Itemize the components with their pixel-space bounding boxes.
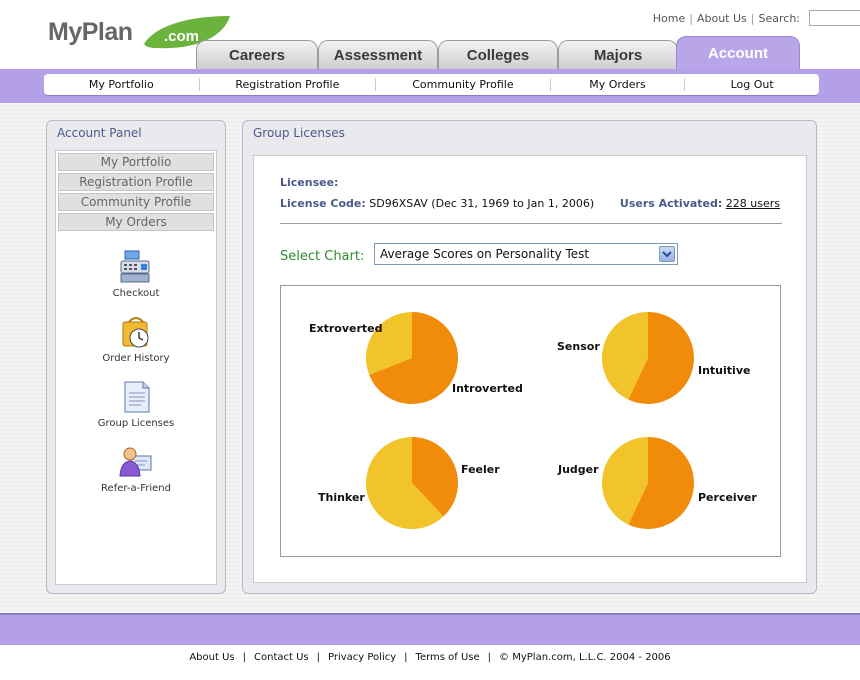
footer-about-us[interactable]: About Us [189,652,234,663]
chart-select-value: Average Scores on Personality Test [380,247,590,261]
order-history-link[interactable]: Order History [56,314,216,364]
tab-colleges[interactable]: Colleges [438,40,558,70]
footer-privacy-policy[interactable]: Privacy Policy [328,652,396,663]
group-licenses-title: Group Licenses [253,126,345,140]
select-chart-label: Select Chart: [280,249,365,264]
group-licenses-label: Group Licenses [97,418,175,429]
chevron-down-icon [662,251,672,258]
menu-registration-profile[interactable]: Registration Profile [58,173,214,191]
footer-copyright: © MyPlan.com, L.L.C. 2004 - 2006 [499,652,671,663]
sub-navigation: My Portfolio Registration Profile Commun… [44,74,819,95]
content-area: Account Panel My Portfolio Registration … [0,103,860,613]
menu-my-portfolio[interactable]: My Portfolio [58,153,214,171]
home-link[interactable]: Home [653,12,685,25]
tab-careers[interactable]: Careers [196,40,318,70]
pie-label-thinker: Thinker [318,491,365,504]
tab-majors[interactable]: Majors [558,40,678,70]
checkout-link[interactable]: Checkout [56,249,216,299]
myplan-logo[interactable]: MyPlan .com [48,16,230,58]
chart-area: Extroverted Introverted Sensor Intuitive Fee… [280,285,781,557]
cash-register-icon [120,250,150,283]
menu-my-orders[interactable]: My Orders [58,213,214,231]
about-us-link[interactable]: About Us [697,12,747,25]
logo-text: MyPlan [48,18,133,46]
pie-label-introverted: Introverted [452,382,523,395]
tab-account[interactable]: Account [676,36,800,70]
subnav-community-profile[interactable]: Community Profile [376,78,551,91]
pie-label-judger: Judger [557,463,599,476]
subnav-log-out[interactable]: Log Out [685,78,819,91]
account-panel-title: Account Panel [57,126,142,140]
footer-links: About Us | Contact Us | Privacy Policy | Terms… [189,652,671,663]
logo-suffix: .com [164,28,199,45]
tab-assessment[interactable]: Assessment [318,40,438,70]
pie-label-perceiver: Perceiver [698,491,757,504]
account-panel-body: My Portfolio Registration Profile Commun… [55,150,217,585]
users-activated-link[interactable]: 228 users [726,197,780,210]
users-activated-label: Users Activated: [619,197,723,210]
menu-community-profile[interactable]: Community Profile [58,193,214,211]
subnav-my-orders[interactable]: My Orders [551,78,686,91]
chart-select[interactable]: Average Scores on Personality Test [374,243,678,265]
licensee-label: Licensee: [280,176,339,189]
top-links: Home | About Us | Search: [652,12,801,25]
search-label: Search: [758,12,801,25]
license-code-value: SD96XSAV (Dec 31, 1969 to Jan 1, 2006) [369,197,595,210]
dropdown-button[interactable] [659,246,675,262]
group-licenses-panel: Group Licenses Licensee: License Code: S… [242,120,817,594]
license-code-label: License Code: [280,197,366,210]
group-licenses-body: Licensee: License Code: SD96XSAV (Dec 31… [253,155,807,583]
search-input[interactable] [809,10,860,26]
checkout-label: Checkout [112,288,160,299]
order-history-label: Order History [102,353,170,364]
person-card-icon [119,447,152,477]
account-panel: Account Panel My Portfolio Registration … [46,120,226,594]
pie-label-feeler: Feeler [461,463,500,476]
refer-a-friend-label: Refer-a-Friend [101,483,171,494]
refer-a-friend-link[interactable]: Refer-a-Friend [56,444,216,494]
subnav-my-portfolio[interactable]: My Portfolio [44,78,200,91]
footer-band [0,613,860,645]
footer-terms-of-use[interactable]: Terms of Use [416,652,480,663]
pie-label-extroverted: Extroverted [309,322,383,335]
clock-bag-icon [122,317,149,348]
group-licenses-link[interactable]: Group Licenses [56,379,216,429]
pie-label-intuitive: Intuitive [698,364,750,377]
pie-label-sensor: Sensor [557,340,600,353]
subnav-registration-profile[interactable]: Registration Profile [200,78,377,91]
header: MyPlan .com Home | About Us | Search: Career… [0,0,860,70]
divider [280,223,782,224]
pie-charts: Extroverted Introverted Sensor Intuitive Fee… [309,312,757,529]
document-icon [124,381,150,413]
footer-contact-us[interactable]: Contact Us [254,652,309,663]
